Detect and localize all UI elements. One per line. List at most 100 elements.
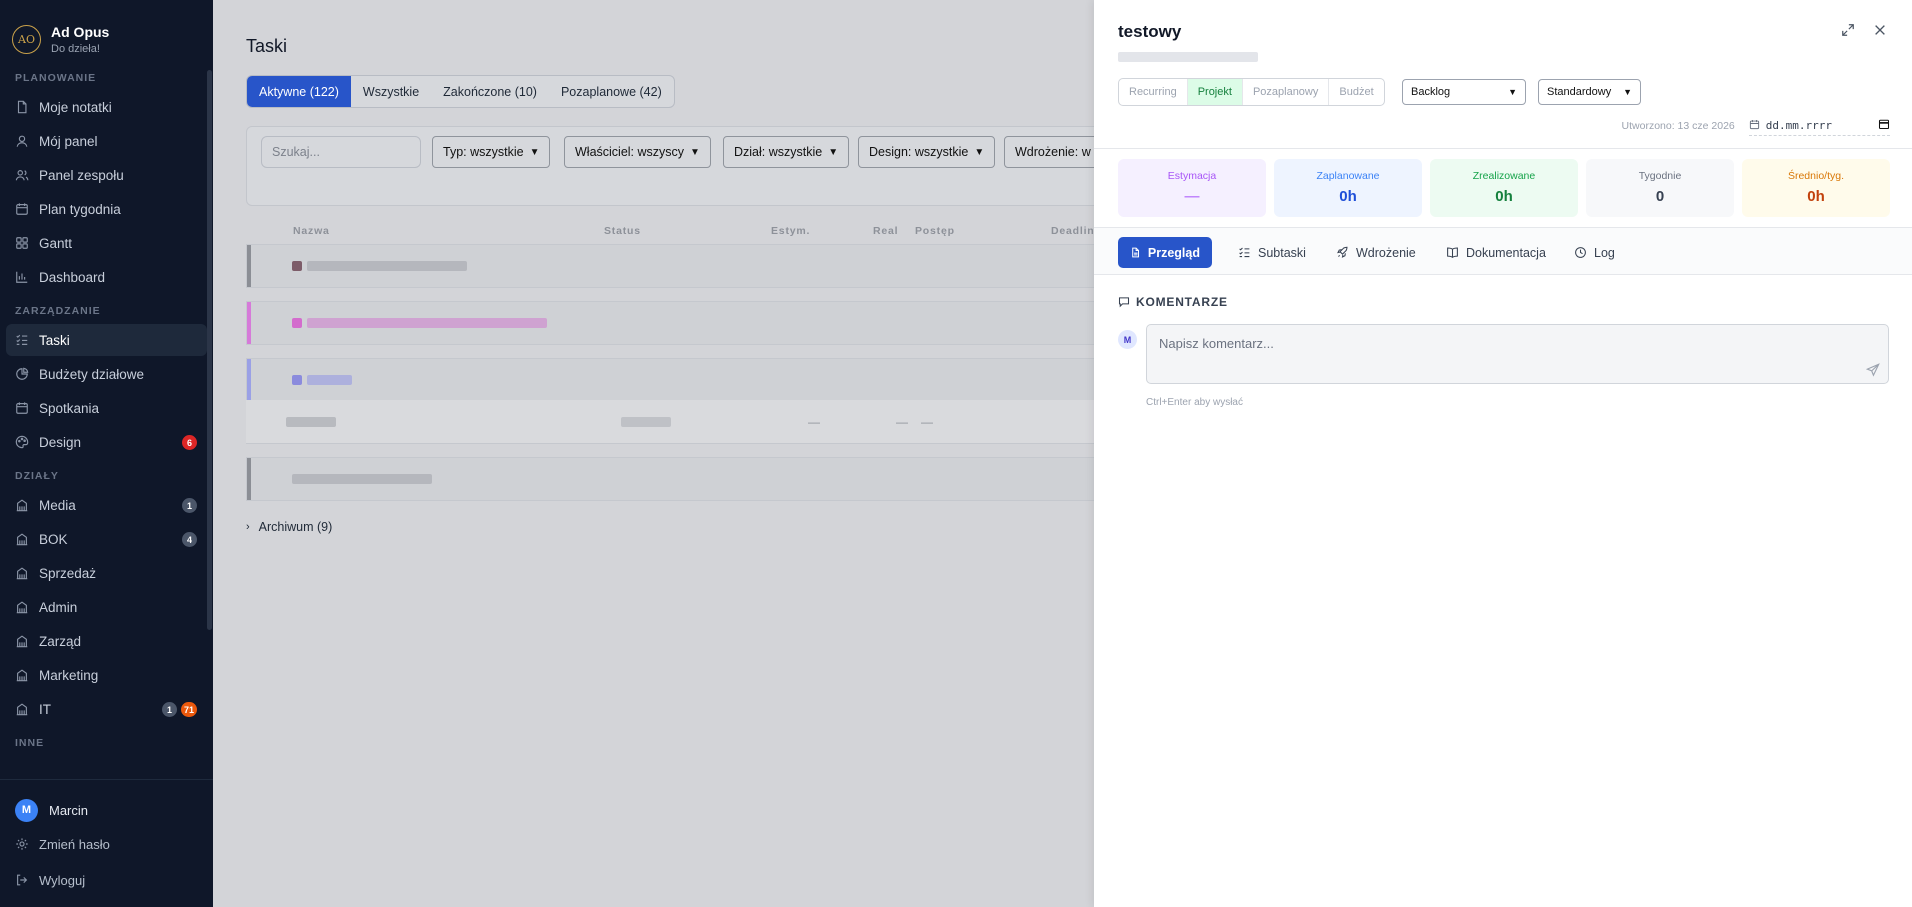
type-budget-option[interactable]: Budżet xyxy=(1329,79,1383,105)
sidebar-item-marketing[interactable]: Marketing xyxy=(6,659,207,691)
comment-input[interactable]: Napisz komentarz... xyxy=(1146,324,1889,384)
nav-badges: 4 xyxy=(182,532,197,547)
sidebar-item-admin[interactable]: Admin xyxy=(6,591,207,623)
tab-label: Dokumentacja xyxy=(1466,245,1546,260)
row-real: — xyxy=(896,415,908,429)
task-group-row[interactable] xyxy=(246,301,1094,345)
date-picker-icon[interactable] xyxy=(1878,118,1890,133)
comment-hint: Ctrl+Enter aby wysłać xyxy=(1146,397,1243,408)
sidebar-item-zarzad[interactable]: Zarząd xyxy=(6,625,207,657)
sidebar-item-sprzedaz[interactable]: Sprzedaż xyxy=(6,557,207,589)
sidebar-item-moje-notatki[interactable]: Moje notatki xyxy=(6,91,207,123)
task-detail-drawer: testowy Recurring Projekt Pozaplanowy Bu… xyxy=(1094,0,1912,907)
clock-icon xyxy=(1575,247,1586,258)
tab-all[interactable]: Wszystkie xyxy=(351,76,431,107)
owner-filter-select[interactable]: Właściciel: wszyscy ▼ xyxy=(564,136,711,168)
col-progress[interactable]: Postęp xyxy=(915,225,955,237)
tab-log[interactable]: Log xyxy=(1562,237,1627,268)
tab-subtasks[interactable]: Subtaski xyxy=(1226,237,1318,268)
col-name[interactable]: Nazwa xyxy=(293,225,330,237)
send-icon[interactable] xyxy=(1866,363,1880,377)
tab-deployment[interactable]: Wdrożenie xyxy=(1324,237,1428,268)
sidebar: AO Ad Opus Do dzieła! PLANOWANIE Moje not… xyxy=(0,0,213,907)
sidebar-item-bok[interactable]: BOK 4 xyxy=(6,523,207,555)
sidebar-item-panel-zespolu[interactable]: Panel zespołu xyxy=(6,159,207,191)
chevron-down-icon: ▼ xyxy=(1508,87,1517,97)
change-password-link[interactable]: Zmień hasło xyxy=(0,826,213,862)
stat-label: Tygodnie xyxy=(1638,170,1682,182)
nav-section-title: DZIAŁY xyxy=(15,470,59,482)
building-icon xyxy=(15,566,29,580)
type-unplanned-option[interactable]: Pozaplanowy xyxy=(1243,79,1330,105)
building-icon xyxy=(15,600,29,614)
users-icon xyxy=(15,168,29,182)
archive-toggle[interactable]: › Archiwum (9) xyxy=(246,520,332,534)
sidebar-item-it[interactable]: IT 1 71 xyxy=(6,693,207,725)
building-icon xyxy=(15,634,29,648)
col-real[interactable]: Real xyxy=(873,225,898,237)
stat-realized: Zrealizowane 0h xyxy=(1430,159,1578,217)
sidebar-item-label: Sprzedaż xyxy=(39,565,97,581)
stat-label: Zaplanowane xyxy=(1316,170,1380,182)
task-group-row[interactable] xyxy=(246,244,1094,288)
tab-label: Wdrożenie xyxy=(1356,245,1416,260)
sidebar-item-label: Admin xyxy=(39,599,78,615)
stat-planned: Zaplanowane 0h xyxy=(1274,159,1422,217)
sidebar-item-moj-panel[interactable]: Mój panel xyxy=(6,125,207,157)
tab-documentation[interactable]: Dokumentacja xyxy=(1434,237,1558,268)
search-input[interactable]: Szukaj... xyxy=(261,136,421,168)
tab-active[interactable]: Aktywne (122) xyxy=(247,76,351,107)
user-icon xyxy=(15,134,29,148)
col-deadline[interactable]: Deadlin xyxy=(1051,225,1094,237)
sidebar-scrollbar[interactable] xyxy=(207,70,212,630)
design-filter-select[interactable]: Design: wszystkie ▼ xyxy=(858,136,996,168)
sidebar-item-dashboard[interactable]: Dashboard xyxy=(6,261,207,293)
comments-heading: KOMENTARZE xyxy=(1118,295,1228,309)
count-badge: 1 xyxy=(182,498,197,513)
brand[interactable]: AO Ad Opus Do dzieła! xyxy=(0,0,213,60)
tab-completed[interactable]: Zakończone (10) xyxy=(431,76,549,107)
type-filter-select[interactable]: Typ: wszystkie ▼ xyxy=(432,136,551,168)
task-group-row[interactable] xyxy=(246,457,1094,501)
main-content: Taski Aktywne (122) Wszystkie Zakończone… xyxy=(213,0,1094,907)
task-row[interactable]: — — — xyxy=(246,400,1094,444)
priority-select[interactable]: Standardowy ▼ xyxy=(1538,79,1641,105)
user-profile[interactable]: M Marcin xyxy=(0,794,213,826)
close-icon[interactable] xyxy=(1872,22,1888,38)
sidebar-item-budzety-dzialowe[interactable]: Budżety działowe xyxy=(6,358,207,390)
deployment-filter-value: Wdrożenie: w xyxy=(1015,145,1091,159)
task-group-row[interactable] xyxy=(246,358,1094,402)
row-progress: — xyxy=(921,415,933,429)
logout-link[interactable]: Wyloguj xyxy=(0,862,213,898)
deadline-date-input[interactable]: dd.mm.rrrr xyxy=(1748,116,1890,136)
sidebar-item-spotkania[interactable]: Spotkania xyxy=(6,392,207,424)
chevron-down-icon: ▼ xyxy=(828,146,839,158)
sidebar-item-media[interactable]: Media 1 xyxy=(6,489,207,521)
sidebar-item-design[interactable]: Design 6 xyxy=(6,426,207,458)
tab-overview[interactable]: Przegląd xyxy=(1118,237,1212,268)
sidebar-footer: M Marcin Zmień hasło Wyloguj xyxy=(0,779,213,907)
chevron-down-icon: ▼ xyxy=(1623,87,1632,97)
user-name: Marcin xyxy=(49,802,89,818)
task-title[interactable]: testowy xyxy=(1118,22,1181,42)
type-recurring-option[interactable]: Recurring xyxy=(1119,79,1188,105)
comments-title: KOMENTARZE xyxy=(1136,295,1228,309)
deployment-filter-select[interactable]: Wdrożenie: w xyxy=(1004,136,1094,168)
building-icon xyxy=(15,702,29,716)
palette-icon xyxy=(15,435,29,449)
col-estimate[interactable]: Estym. xyxy=(771,225,810,237)
filter-panel: Szukaj... Typ: wszystkie ▼ Właściciel: ws… xyxy=(246,126,1094,206)
col-status[interactable]: Status xyxy=(604,225,641,237)
status-select[interactable]: Backlog ▼ xyxy=(1402,79,1526,105)
expand-icon[interactable] xyxy=(1840,22,1856,38)
pie-chart-icon xyxy=(15,367,29,381)
sidebar-item-gantt[interactable]: Gantt xyxy=(6,227,207,259)
department-filter-select[interactable]: Dział: wszystkie ▼ xyxy=(723,136,850,168)
sidebar-item-taski[interactable]: Taski xyxy=(6,324,207,356)
sidebar-item-plan-tygodnia[interactable]: Plan tygodnia xyxy=(6,193,207,225)
rocket-icon xyxy=(1337,246,1348,258)
type-project-option[interactable]: Projekt xyxy=(1187,79,1243,105)
sidebar-item-label: Marketing xyxy=(39,667,99,683)
owner-filter-value: Właściciel: wszyscy xyxy=(575,145,685,159)
tab-unplanned[interactable]: Pozaplanowe (42) xyxy=(549,76,674,107)
